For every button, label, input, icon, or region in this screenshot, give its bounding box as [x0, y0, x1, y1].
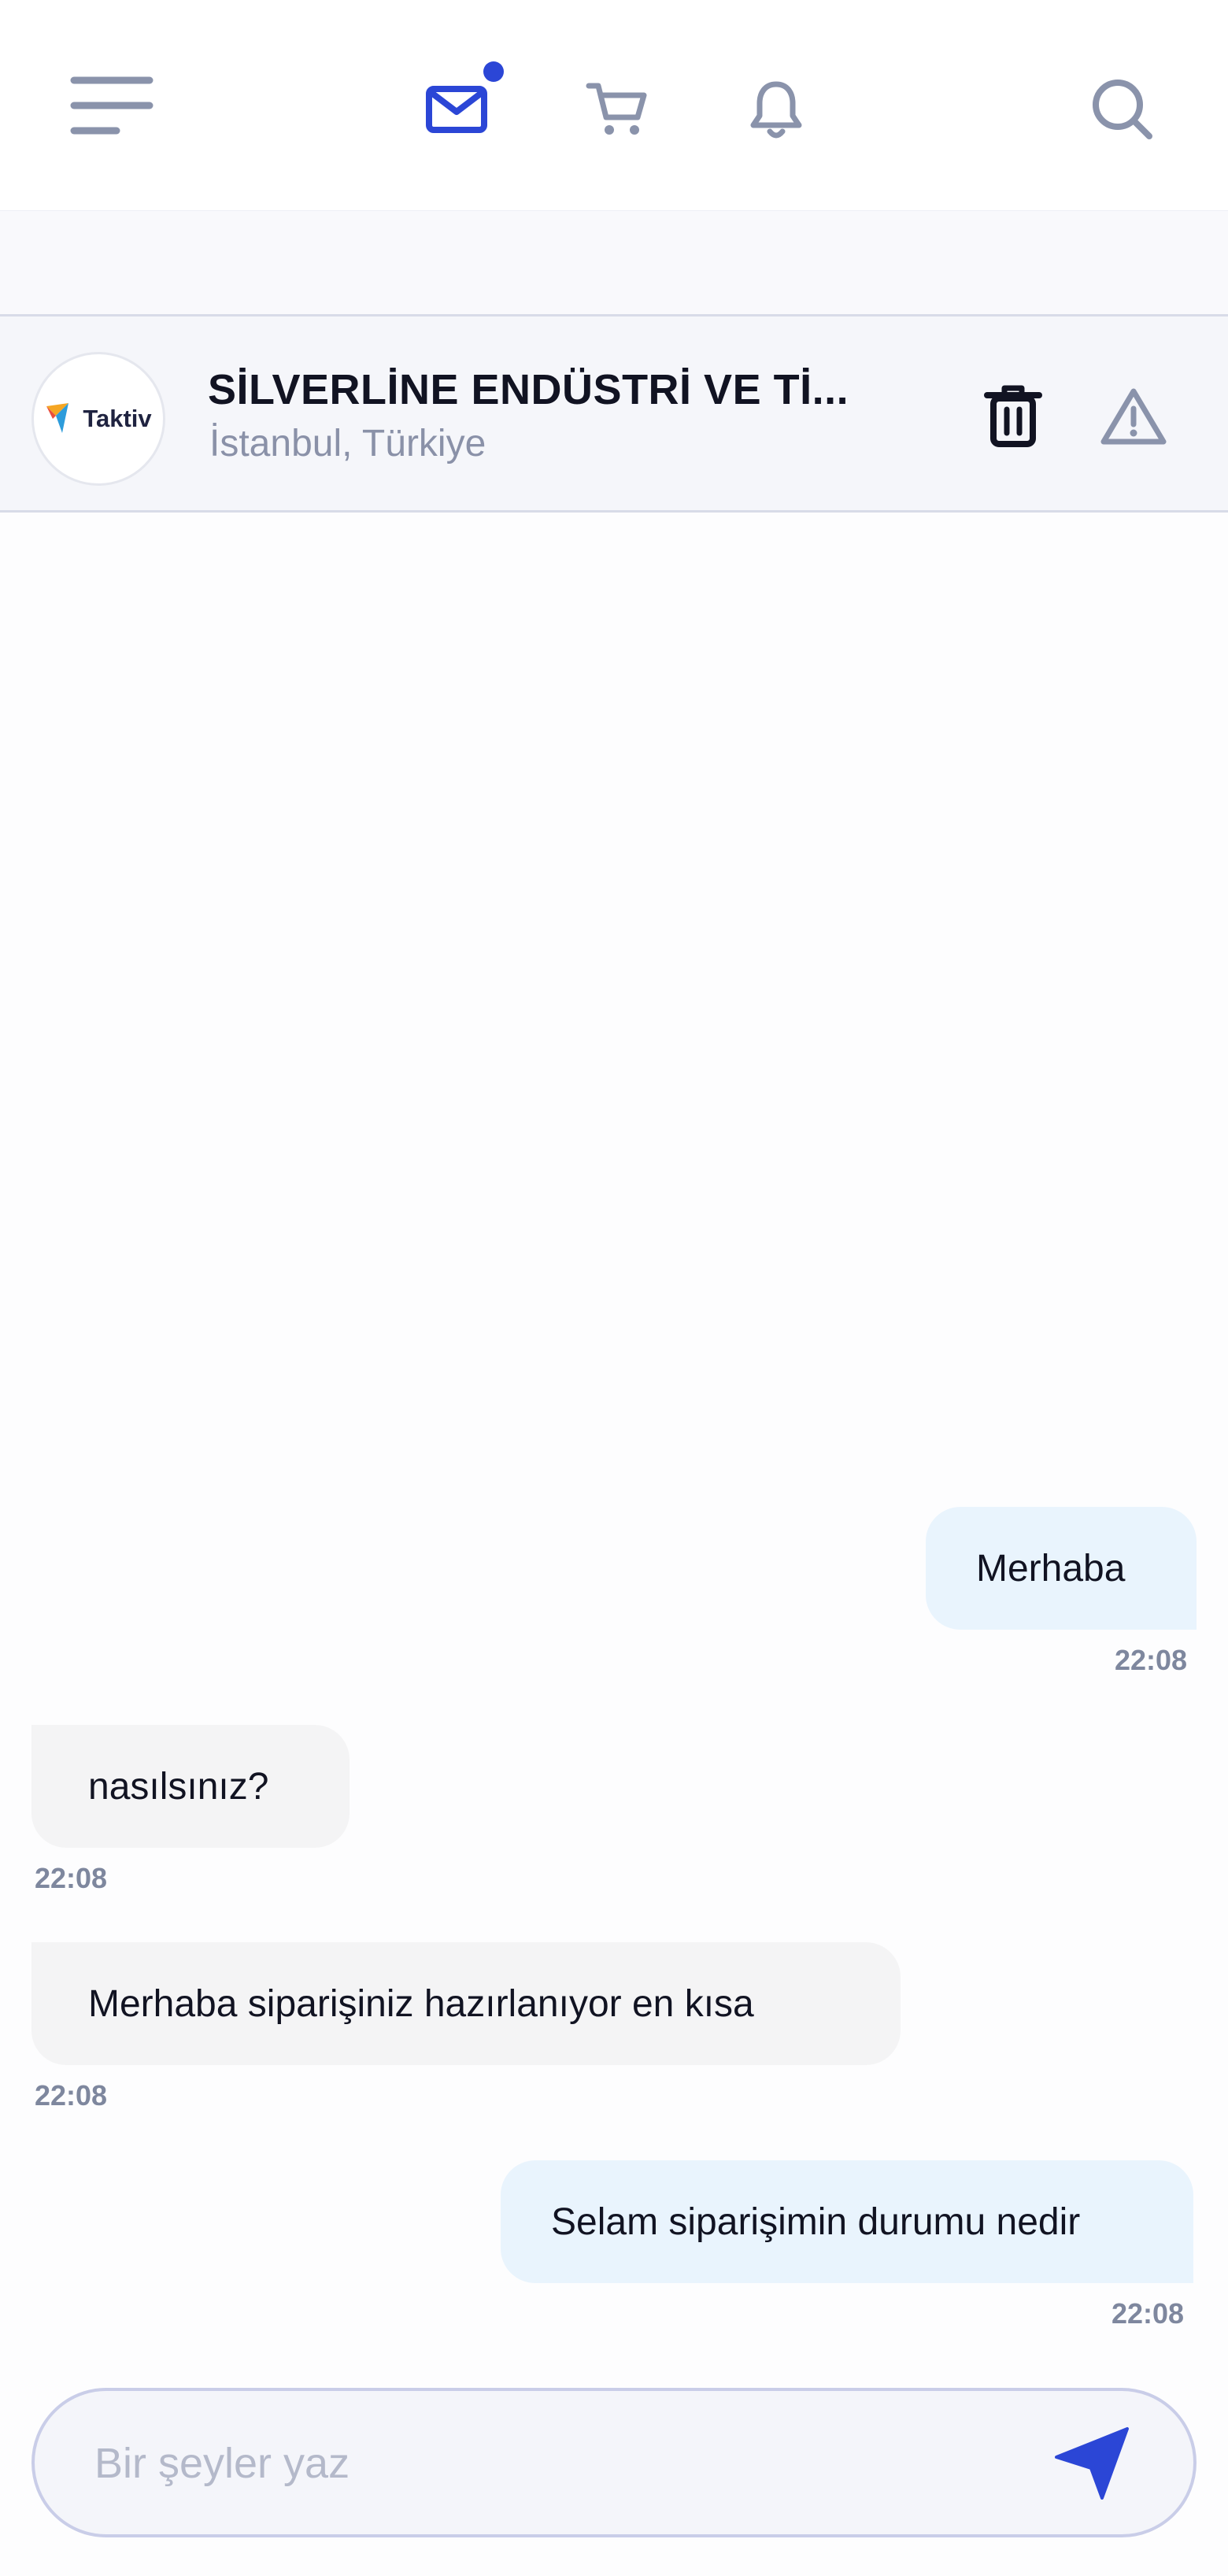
company-name[interactable]: SİLVERLİNE ENDÜSTRİ VE Tİ...: [208, 365, 849, 414]
header-spacer: [0, 211, 1228, 314]
cart-icon: [586, 83, 647, 135]
message-time: 22:08: [1111, 2297, 1185, 2330]
message-bubble-received[interactable]: nasılsınız?: [31, 1725, 350, 1848]
send-button[interactable]: [1045, 2416, 1140, 2511]
warning-icon: [1100, 388, 1167, 445]
message-text: Merhaba: [976, 1547, 1126, 1590]
cart-nav-button[interactable]: [571, 66, 665, 153]
message-time: 22:08: [35, 2079, 108, 2112]
trash-icon: [984, 385, 1042, 447]
chat-screen: Taktiv SİLVERLİNE ENDÜSTRİ VE Tİ... İsta…: [0, 0, 1228, 2576]
message-time: 22:08: [35, 1862, 108, 1894]
company-location: İstanbul, Türkiye: [209, 423, 486, 464]
avatar-logo-text: Taktiv: [83, 405, 152, 432]
message-input[interactable]: [94, 2422, 1023, 2504]
search-icon: [1093, 80, 1152, 139]
delete-conversation-button[interactable]: [974, 377, 1052, 456]
search-button[interactable]: [1075, 66, 1170, 153]
taktiv-logo-icon: [46, 403, 69, 433]
message-time: 22:08: [1115, 1644, 1188, 1676]
message-text: Selam siparişimin durumu nedir: [551, 2200, 1081, 2243]
send-icon: [1055, 2427, 1129, 2500]
message-text: Merhaba siparişiniz hazırlanıyor en kısa: [88, 1982, 754, 2025]
message-bubble-sent[interactable]: Merhaba: [926, 1507, 1197, 1630]
menu-button[interactable]: [65, 66, 159, 145]
unread-indicator: [483, 61, 504, 82]
bell-icon: [750, 81, 802, 139]
company-avatar[interactable]: Taktiv: [31, 352, 165, 486]
message-bubble-sent[interactable]: Selam siparişimin durumu nedir: [501, 2160, 1193, 2283]
notifications-nav-button[interactable]: [729, 66, 823, 153]
report-button[interactable]: [1094, 377, 1173, 456]
conversation-header: Taktiv SİLVERLİNE ENDÜSTRİ VE Tİ... İsta…: [0, 314, 1228, 513]
mail-icon: [426, 86, 487, 133]
messages-nav-button[interactable]: [409, 61, 504, 153]
top-nav-bar: [0, 0, 1228, 211]
message-bubble-received[interactable]: Merhaba siparişiniz hazırlanıyor en kısa: [31, 1942, 901, 2065]
message-composer: [31, 2388, 1197, 2537]
message-text: nasılsınız?: [88, 1765, 269, 1808]
menu-icon: [70, 76, 154, 135]
